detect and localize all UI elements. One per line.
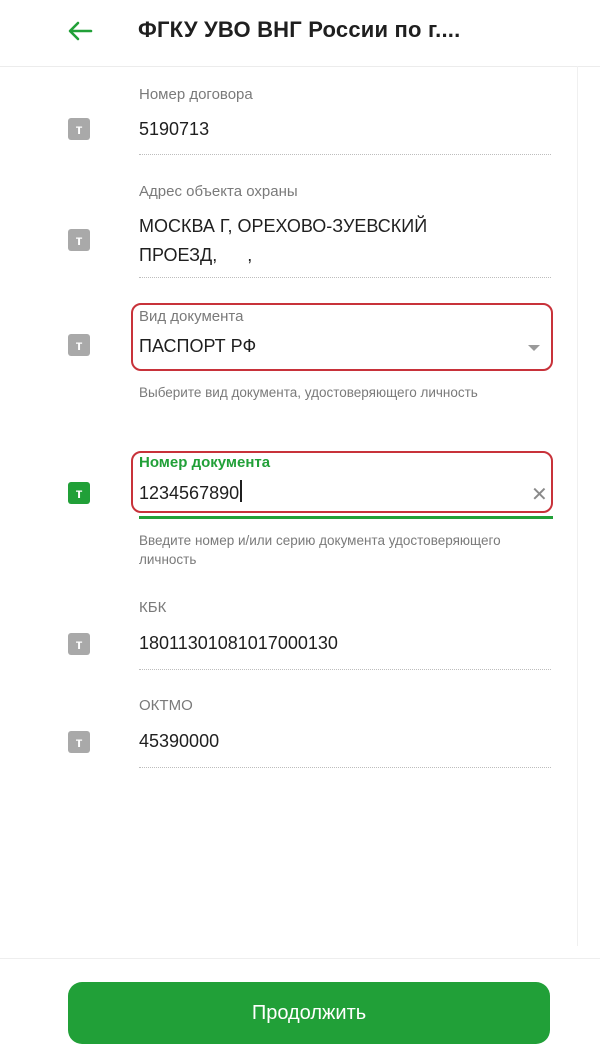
kbk-value: 18011301081017000130 — [139, 633, 338, 653]
contract-number-value: 5190713 — [139, 119, 210, 139]
oktmo-value: 45390000 — [139, 731, 220, 751]
back-button[interactable] — [58, 12, 102, 50]
arrow-left-icon — [68, 21, 93, 41]
document-type-hint: Выберите вид документа, удостоверяющего … — [139, 385, 478, 400]
field-divider — [139, 669, 551, 670]
document-number-value: 1234567890 — [139, 483, 240, 503]
guarded-address-value-line2: ПРОЕЗД, , — [139, 245, 253, 265]
app-header: ФГКУ УВО ВНГ России по г.... — [0, 0, 600, 67]
oktmo-label: ОКТМО — [139, 697, 193, 714]
text-field-icon: т — [68, 229, 90, 251]
input-focus-underline — [139, 516, 553, 519]
kbk-label: КБК — [139, 599, 167, 616]
text-field-icon: т — [68, 633, 90, 655]
document-type-label: Вид документа — [139, 308, 244, 325]
document-type-select[interactable]: ПАСПОРТ РФ — [139, 331, 256, 361]
text-cursor — [240, 480, 243, 502]
footer-divider — [0, 958, 600, 959]
scrollbar-track — [577, 66, 578, 946]
contract-number-label: Номер договора — [139, 86, 253, 103]
document-number-input[interactable]: 1234567890 — [139, 478, 243, 508]
text-field-icon: т — [68, 731, 90, 753]
text-field-icon: т — [68, 334, 90, 356]
close-icon[interactable]: ✕ — [531, 485, 548, 505]
text-field-icon: т — [68, 118, 90, 140]
field-divider — [139, 154, 551, 155]
page-title: ФГКУ УВО ВНГ России по г.... — [138, 17, 461, 42]
guarded-address-value-line1: МОСКВА Г, ОРЕХОВО-ЗУЕВСКИЙ — [139, 216, 428, 236]
document-number-label: Номер документа — [139, 454, 271, 471]
field-divider — [139, 277, 551, 278]
guarded-address-label: Адрес объекта охраны — [139, 183, 298, 200]
continue-button[interactable]: Продолжить — [68, 982, 550, 1044]
document-number-hint: Введите номер и/или серию документа удос… — [139, 533, 501, 567]
chevron-down-icon[interactable] — [528, 345, 540, 351]
text-field-icon: т — [68, 482, 90, 504]
field-divider — [139, 767, 551, 768]
